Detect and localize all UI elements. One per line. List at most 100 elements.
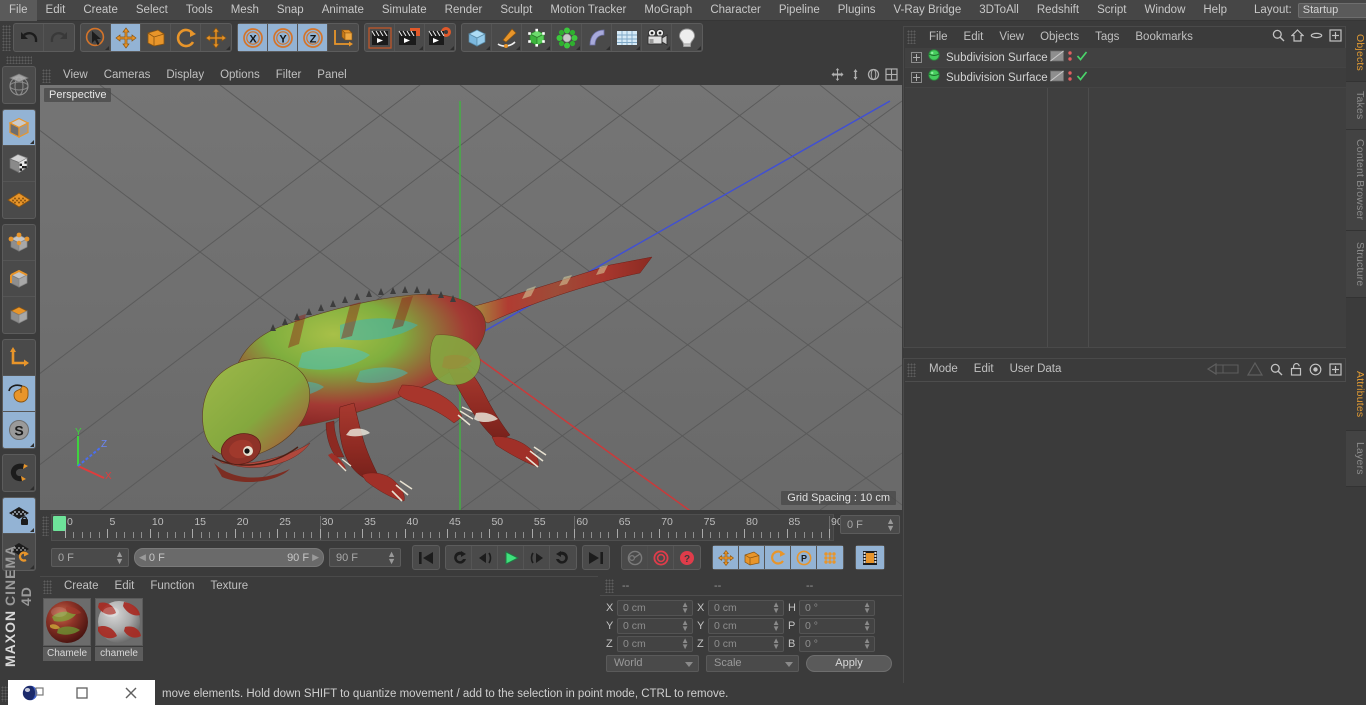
spinner-arrows-icon[interactable]: ▲ ▼	[115, 549, 124, 565]
home-icon[interactable]	[1290, 29, 1305, 47]
menu-mesh[interactable]: Mesh	[222, 0, 268, 21]
go-to-end-button[interactable]	[583, 546, 609, 569]
play-forwards-button[interactable]	[498, 546, 524, 569]
move-tool[interactable]	[111, 24, 141, 51]
viewport-menu-view[interactable]: View	[55, 66, 96, 85]
enable-snapping-button[interactable]	[3, 376, 35, 412]
spinner-arrows-icon[interactable]: ▲ ▼	[772, 637, 780, 651]
spinner-arrows-icon[interactable]: ▲ ▼	[681, 601, 689, 615]
go-to-previous-keyframe-button[interactable]	[446, 546, 472, 569]
maximize-viewport-icon[interactable]	[885, 68, 898, 86]
add-bend-deformer-button[interactable]	[582, 24, 612, 51]
go-to-next-keyframe-button[interactable]	[550, 546, 576, 569]
model-mode-button[interactable]	[3, 110, 35, 146]
pan-view-icon[interactable]	[831, 68, 844, 86]
visibility-dots-icon[interactable]	[1067, 69, 1073, 88]
object-menu-bookmarks[interactable]: Bookmarks	[1127, 27, 1201, 47]
status-bar-grip[interactable]	[1, 686, 8, 702]
table-row[interactable]: Subdivision Surface	[905, 48, 1346, 68]
tab-structure[interactable]: Structure	[1346, 231, 1366, 298]
viewport-menu-options[interactable]: Options	[212, 66, 268, 85]
move-duplicate-tool[interactable]	[201, 24, 231, 51]
tab-objects[interactable]: Objects	[1346, 24, 1366, 82]
tab-layers[interactable]: Layers	[1346, 431, 1366, 487]
menu-mograph[interactable]: MoGraph	[635, 0, 701, 21]
new-layout-icon[interactable]	[1329, 362, 1342, 381]
start-frame-field[interactable]: 0 F ▲ ▼	[51, 548, 129, 567]
left-toolbar-grip[interactable]	[6, 56, 32, 64]
apply-button[interactable]: Apply	[806, 655, 892, 672]
forward-navigation-icon[interactable]	[1246, 361, 1264, 381]
redo-button[interactable]	[44, 24, 74, 51]
lock-y-axis-button[interactable]: Y	[268, 24, 298, 51]
menu-simulate[interactable]: Simulate	[373, 0, 436, 21]
spinner-arrows-icon[interactable]: ▲ ▼	[863, 619, 871, 633]
tab-takes[interactable]: Takes	[1346, 82, 1366, 130]
spinner-arrows-icon[interactable]: ▲ ▼	[863, 601, 871, 615]
search-icon[interactable]	[1272, 29, 1285, 47]
layout-dropdown[interactable]: Startup	[1297, 2, 1366, 18]
texture-mode-button[interactable]	[3, 146, 35, 182]
menu-window[interactable]: Window	[1135, 0, 1194, 21]
menu-render[interactable]: Render	[436, 0, 492, 21]
coord-field-size-z[interactable]: 0 cm ▲ ▼	[708, 636, 784, 652]
material-menu-create[interactable]: Create	[56, 577, 107, 596]
coordinate-mode-dropdown[interactable]: Scale	[706, 655, 799, 672]
render-to-picture-viewer-button[interactable]	[395, 24, 425, 51]
texture-tag-icon[interactable]	[1050, 49, 1064, 68]
object-menu-tags[interactable]: Tags	[1087, 27, 1127, 47]
object-tree[interactable]: Subdivision Surface Subdivision Surface	[905, 48, 1346, 347]
close-window-button[interactable]	[106, 680, 155, 705]
render-settings-button[interactable]	[425, 24, 455, 51]
add-nurbs-button[interactable]	[522, 24, 552, 51]
undo-button[interactable]	[14, 24, 44, 51]
rotate-tool[interactable]	[171, 24, 201, 51]
table-row[interactable]: Subdivision Surface	[905, 68, 1346, 88]
preview-range-bar[interactable]: ◀ 0 F 90 F ▶	[134, 548, 324, 567]
attributes-menu-edit[interactable]: Edit	[966, 359, 1002, 380]
back-navigation-icon[interactable]	[1206, 362, 1240, 381]
menu-redshift[interactable]: Redshift	[1028, 0, 1088, 21]
material-item[interactable]: chamele	[95, 598, 143, 678]
polygons-mode-button[interactable]	[3, 297, 35, 333]
spinner-arrows-icon[interactable]: ▲ ▼	[772, 619, 780, 633]
expand-toggle-icon[interactable]	[911, 72, 922, 83]
record-scale-button[interactable]	[739, 546, 765, 569]
add-light-button[interactable]	[672, 24, 702, 51]
spinner-arrows-icon[interactable]: ▲ ▼	[387, 549, 396, 565]
current-frame-field[interactable]: 0 F ▲ ▼	[840, 515, 900, 534]
timeline-ruler[interactable]: 0 5 10 15 20 25 30 35 40 45 50 55 60 65 70 75 80 85 90	[51, 514, 843, 541]
spinner-arrows-icon[interactable]: ▲ ▼	[772, 601, 780, 615]
enabled-check-icon[interactable]	[1076, 69, 1088, 87]
add-array-button[interactable]	[552, 24, 582, 51]
go-to-next-frame-button[interactable]	[524, 546, 550, 569]
object-menu-view[interactable]: View	[991, 27, 1032, 47]
menu-edit[interactable]: Edit	[37, 0, 75, 21]
spinner-arrows-icon[interactable]: ▲ ▼	[681, 619, 689, 633]
spinner-arrows-icon[interactable]: ▲ ▼	[681, 637, 689, 651]
keyframe-selection-button[interactable]: ?	[674, 546, 700, 569]
tab-attributes[interactable]: Attributes	[1346, 358, 1366, 431]
add-spline-button[interactable]	[492, 24, 522, 51]
lock-z-axis-button[interactable]: Z	[298, 24, 328, 51]
soft-selection-button[interactable]: S	[3, 412, 35, 448]
coordinate-system-dropdown[interactable]: World	[606, 655, 699, 672]
menu-animate[interactable]: Animate	[313, 0, 373, 21]
lock-x-axis-button[interactable]: X	[238, 24, 268, 51]
edges-mode-button[interactable]	[3, 261, 35, 297]
coord-field-size-x[interactable]: 0 cm ▲ ▼	[708, 600, 784, 616]
object-menu-edit[interactable]: Edit	[956, 27, 992, 47]
magnet-tool-button[interactable]	[3, 455, 35, 491]
material-menu-edit[interactable]: Edit	[107, 577, 143, 596]
points-mode-button[interactable]	[3, 225, 35, 261]
timeline-settings-button[interactable]	[856, 546, 884, 569]
coord-field-pos-z[interactable]: 0 cm ▲ ▼	[617, 636, 693, 652]
collapse-icon[interactable]	[1310, 29, 1323, 47]
enabled-check-icon[interactable]	[1076, 49, 1088, 67]
maximize-window-button[interactable]	[57, 680, 106, 705]
add-cube-button[interactable]	[462, 24, 492, 51]
render-view-button[interactable]	[365, 24, 395, 51]
coord-field-rot-h[interactable]: 0 ° ▲ ▼	[799, 600, 875, 616]
visibility-dots-icon[interactable]	[1067, 49, 1073, 68]
timeline-grip[interactable]	[42, 516, 49, 536]
